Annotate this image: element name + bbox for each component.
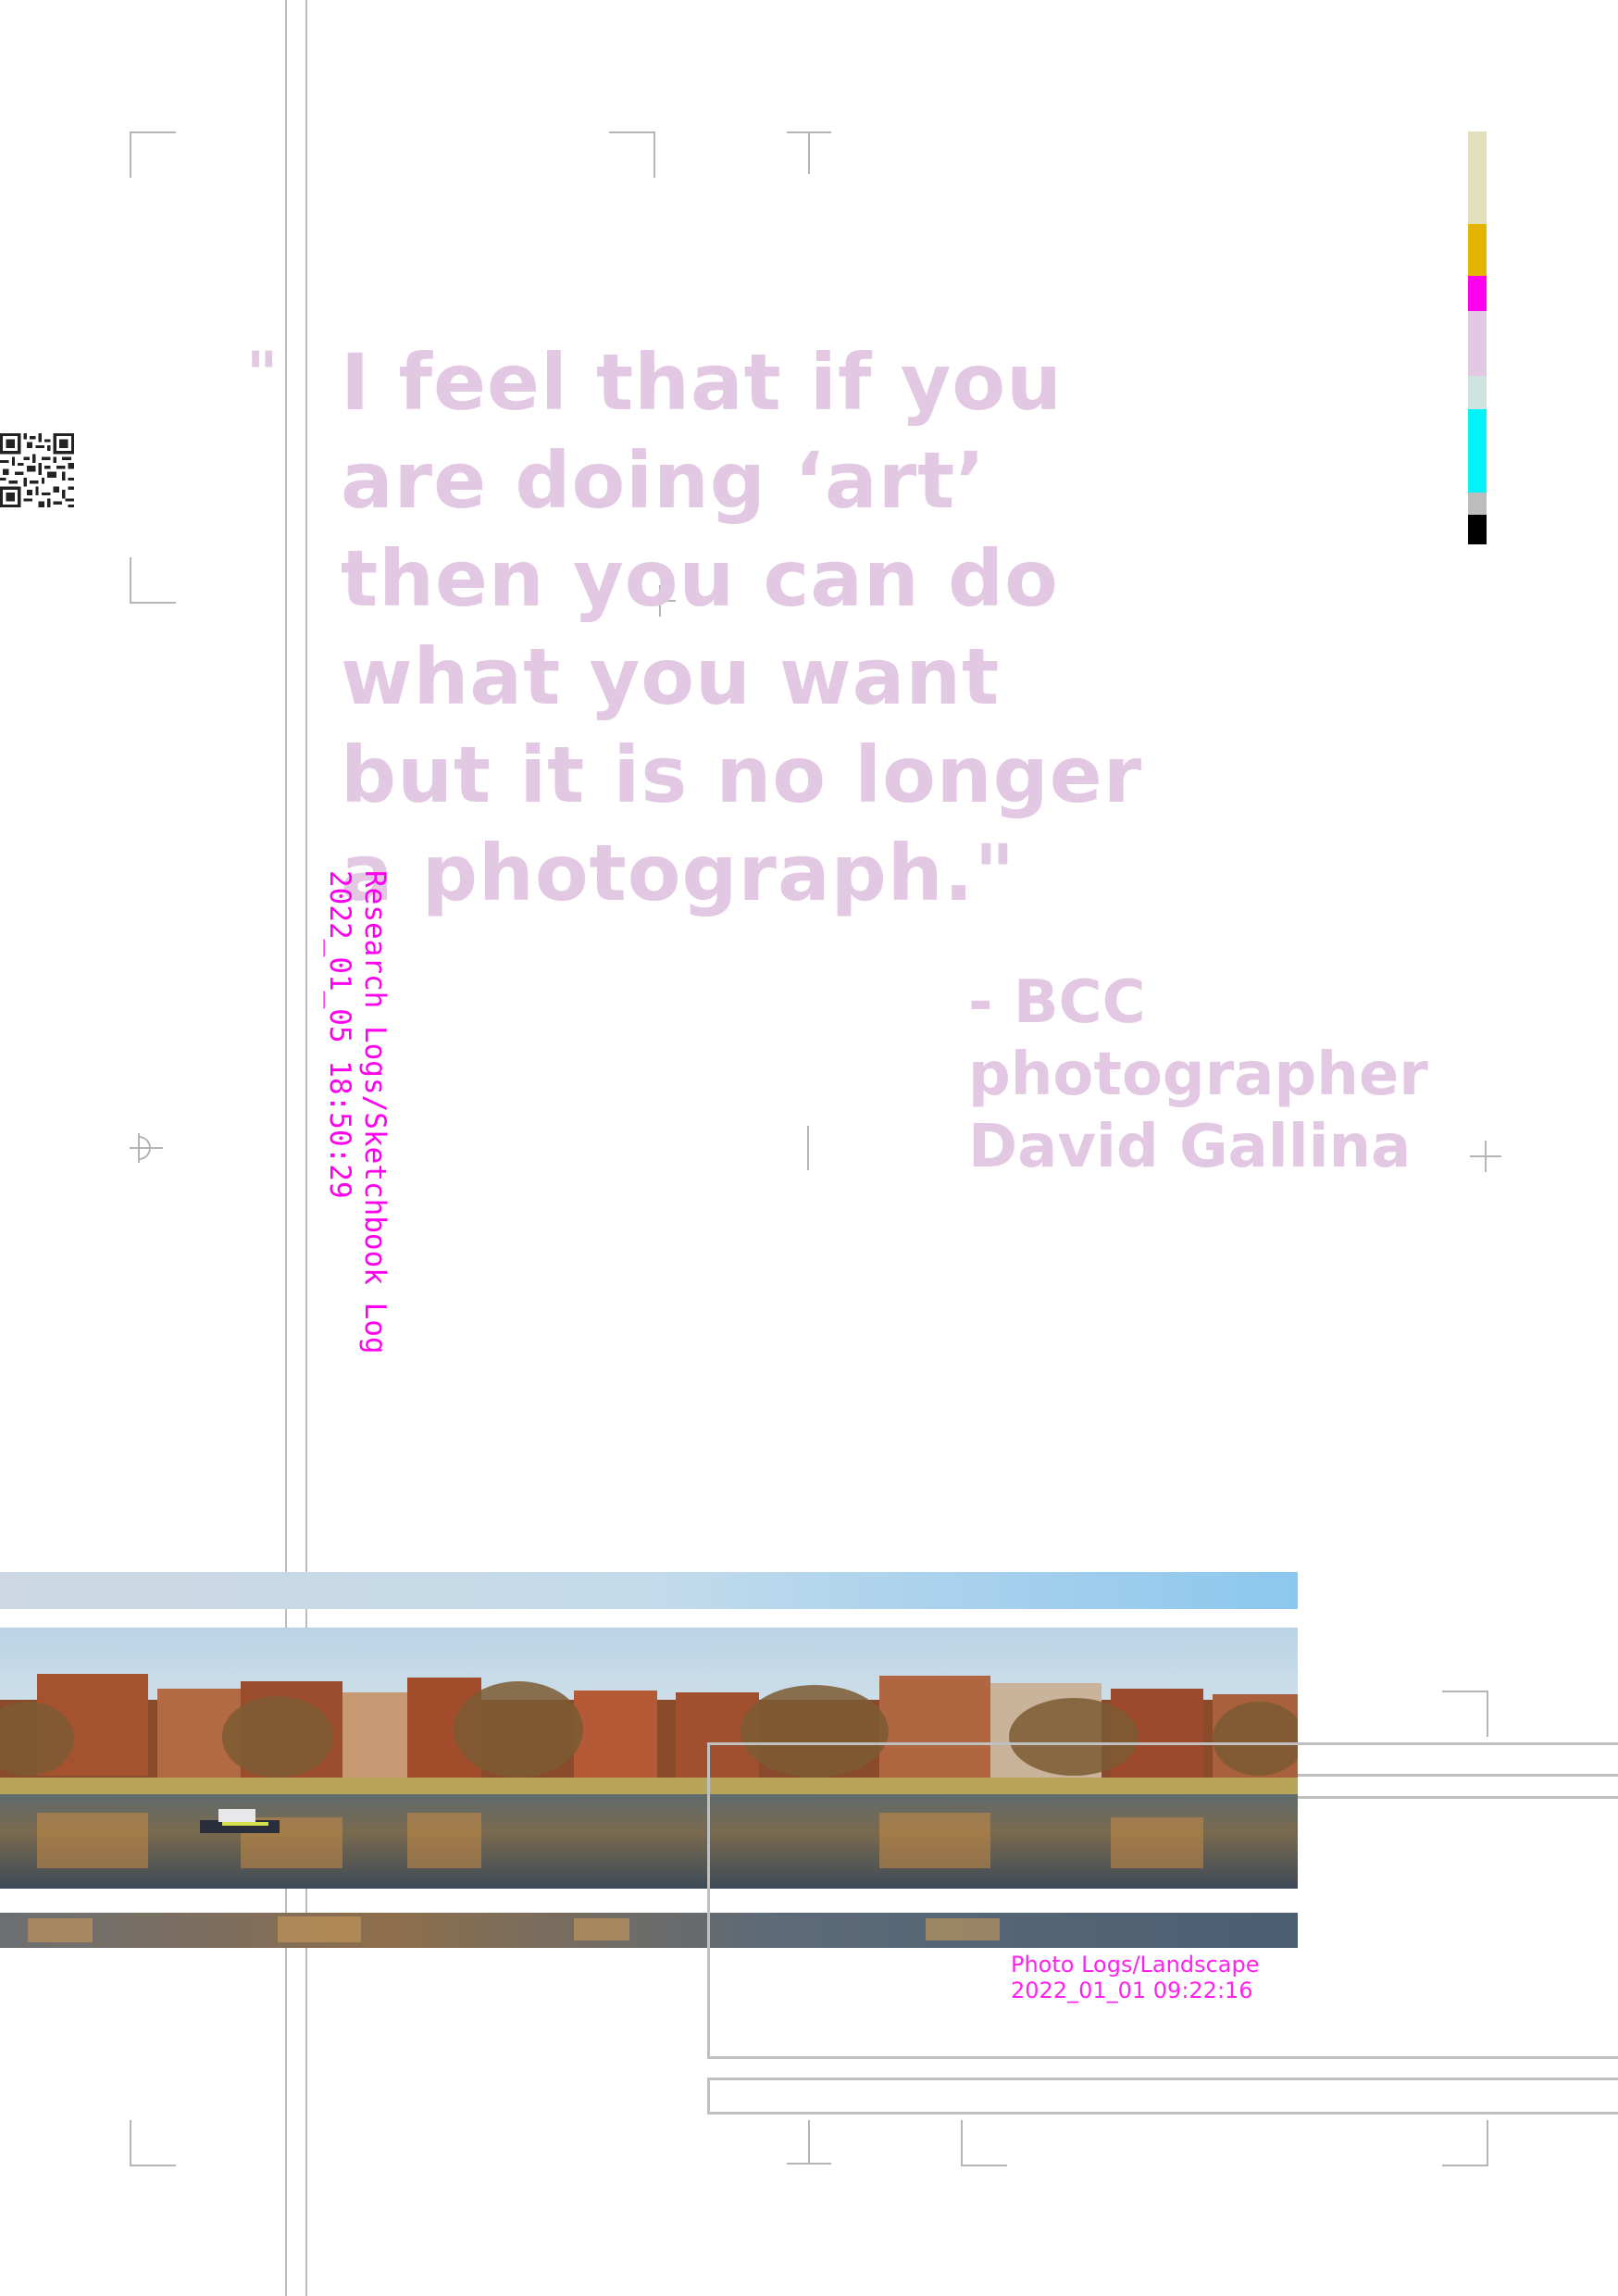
open-quote-mark: " [246,339,279,410]
sketchbook-log-title: Research Logs/Sketchbook Log [358,870,392,1354]
guide-line-left-1 [285,0,287,2296]
swatch-yellow [1468,224,1487,276]
attribution: - BCC photographer David Gallina [968,967,1428,1183]
quote-line: are doing ‘art’ [341,435,987,526]
swatch-lilac [1468,311,1487,376]
swatch-cream [1468,131,1487,224]
attribution-line: David Gallina [968,1113,1412,1181]
attribution-line: - BCC [968,968,1146,1037]
swatch-cyan [1468,409,1487,493]
quote-text: I feel that if you are doing ‘art’ then … [341,333,1142,922]
crop-mark-mid-left [130,557,176,604]
crop-mark-bottom-right [1442,2120,1488,2166]
crop-mark-top-center [609,131,655,178]
swatch-magenta [1468,276,1487,311]
sky-strip [0,1572,1298,1609]
quote-line: but it is no longer [341,730,1143,820]
swatch-mint [1468,376,1487,409]
swatch-grey [1468,493,1487,515]
sketchbook-log-label: Research Logs/Sketchbook Log 2022_01_05 … [318,870,392,1463]
crop-mark-right-photo [1442,1691,1488,1737]
frame-box-lower [707,1742,1618,2059]
photo-log-timestamp: 2022_01_01 09:22:16 [1011,1978,1253,2003]
attribution-line: photographer [968,1041,1428,1109]
color-swatch-bar [1468,131,1487,552]
swatch-black [1468,515,1487,544]
crop-mark-bottom-center [961,2120,1007,2166]
quote-line: what you want [341,631,1001,722]
quote-line: I feel that if you [341,337,1063,428]
registration-mark-icon [130,1133,163,1163]
crop-mark-bottom-left [130,2120,176,2166]
photo-log-title: Photo Logs/Landscape [1011,1952,1260,1978]
quote-line: then you can do [341,533,1059,624]
crop-mark-top-left [130,131,176,178]
frame-box-bottom [707,2078,1618,2115]
qr-code-icon [0,433,74,507]
photo-log-caption: Photo Logs/Landscape 2022_01_01 09:22:16 [1011,1952,1259,2003]
sketchbook-log-timestamp: 2022_01_05 18:50:29 [323,870,356,1199]
quote-line: a photograph." [341,828,1016,918]
guide-line-left-2 [305,0,307,2296]
